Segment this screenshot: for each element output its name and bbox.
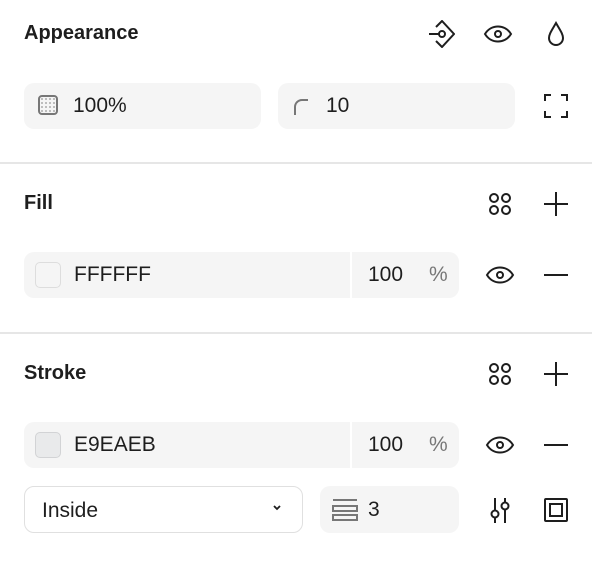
stroke-swatch[interactable] — [35, 432, 61, 458]
stroke-eye-icon[interactable] — [485, 430, 515, 460]
chevron-down-icon — [271, 504, 283, 512]
corner-radius-field[interactable]: 10 — [278, 83, 515, 129]
styles-grid-icon[interactable] — [485, 189, 515, 219]
stroke-opacity[interactable]: 100 — [368, 433, 403, 457]
opacity-value[interactable]: 100% — [73, 94, 127, 118]
stroke-row[interactable]: E9EAEB 100 % — [24, 422, 459, 468]
add-fill-icon[interactable] — [541, 189, 571, 219]
fill-row[interactable]: FFFFFF 100 % — [24, 252, 459, 298]
corner-radius-icon — [294, 99, 308, 115]
divider — [0, 332, 592, 334]
stroke-percent: % — [429, 433, 448, 456]
stroke-position-select[interactable]: Inside — [24, 486, 303, 533]
fill-swatch[interactable] — [35, 262, 61, 288]
fill-eye-icon[interactable] — [485, 260, 515, 290]
stroke-title: Stroke — [24, 362, 87, 384]
stroke-position-value: Inside — [42, 499, 99, 522]
opacity-field[interactable]: 100% — [24, 83, 261, 129]
fill-title: Fill — [24, 192, 53, 214]
styles-grid-icon[interactable] — [485, 359, 515, 389]
eye-icon[interactable] — [483, 19, 513, 49]
fill-percent: % — [429, 263, 448, 286]
add-stroke-icon[interactable] — [541, 359, 571, 389]
opacity-icon — [38, 95, 58, 115]
blend-drop-icon[interactable] — [541, 19, 571, 49]
remove-stroke-icon[interactable] — [541, 430, 571, 460]
stroke-weight-field[interactable]: 3 — [320, 486, 459, 533]
stroke-weight-value[interactable]: 3 — [368, 498, 380, 522]
divider — [350, 252, 352, 298]
corner-radius-value[interactable]: 10 — [326, 94, 349, 118]
independent-corners-icon[interactable] — [541, 91, 571, 121]
variable-binding-icon[interactable] — [426, 19, 456, 49]
remove-fill-icon[interactable] — [541, 260, 571, 290]
stroke-weight-icon — [332, 498, 358, 522]
divider — [350, 422, 352, 468]
stroke-hex[interactable]: E9EAEB — [74, 433, 156, 457]
divider — [0, 162, 592, 164]
fill-opacity[interactable]: 100 — [368, 263, 403, 287]
appearance-title: Appearance — [24, 22, 139, 44]
stroke-sides-icon[interactable] — [541, 495, 571, 525]
fill-hex[interactable]: FFFFFF — [74, 263, 151, 287]
stroke-settings-icon[interactable] — [485, 495, 515, 525]
